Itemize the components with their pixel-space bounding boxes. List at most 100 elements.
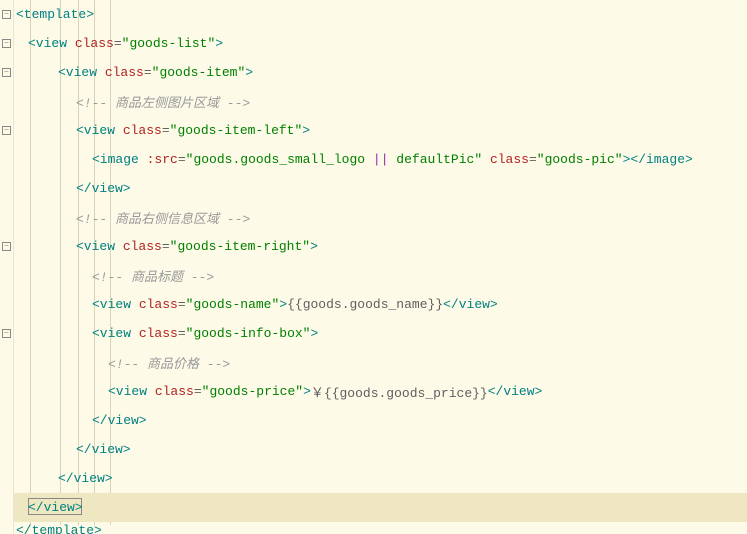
token-tag: </view> <box>76 181 131 196</box>
token-attr: :src <box>147 152 178 167</box>
gutter: − − − − − − <box>0 0 14 525</box>
token-tag: </view> <box>76 442 131 457</box>
token-tag: > <box>279 297 287 312</box>
gutter-cell <box>0 203 14 232</box>
fold-minus-icon[interactable]: − <box>2 10 11 19</box>
token-str: "goods-info-box" <box>186 326 311 341</box>
code-line[interactable]: <view class="goods-name">{{goods.goods_n… <box>14 290 747 319</box>
token-tag: </view> <box>443 297 498 312</box>
gutter-cell: − <box>0 0 14 29</box>
fold-minus-icon[interactable]: − <box>2 126 11 135</box>
code-line[interactable]: <view class="goods-item-left"> <box>14 116 747 145</box>
token-text <box>147 384 155 399</box>
token-interp: ￥{{goods.goods_price}} <box>311 382 488 401</box>
token-text <box>131 297 139 312</box>
gutter-cell <box>0 290 14 319</box>
token-interp: {{goods.goods_name}} <box>287 297 443 312</box>
token-tag: <template> <box>16 7 94 22</box>
code-line[interactable]: <!-- 商品标题 --> <box>14 261 747 290</box>
token-tag: </view> <box>58 471 113 486</box>
token-text: = <box>529 152 537 167</box>
code-line[interactable]: <view class="goods-item"> <box>14 58 747 87</box>
fold-minus-icon[interactable]: − <box>2 68 11 77</box>
token-tag: <view <box>76 123 115 138</box>
token-tag: <view <box>58 65 97 80</box>
token-tag: > <box>310 326 318 341</box>
token-text <box>97 65 105 80</box>
code-line[interactable]: <!-- 商品左侧图片区域 --> <box>14 87 747 116</box>
code-line[interactable]: </view> <box>14 406 747 435</box>
code-line[interactable]: </view> <box>14 435 747 464</box>
gutter-cell <box>0 377 14 406</box>
token-str: "goods-name" <box>186 297 280 312</box>
token-tag: <view <box>28 36 67 51</box>
token-text: = <box>114 36 122 51</box>
token-tag: > <box>215 36 223 51</box>
token-text <box>67 36 75 51</box>
gutter-cell <box>0 87 14 116</box>
code-line[interactable]: <view class="goods-info-box"> <box>14 319 747 348</box>
code-line[interactable]: <view class="goods-price">￥{{goods.goods… <box>14 377 747 406</box>
token-tag: </view> <box>92 413 147 428</box>
gutter-cell <box>0 435 14 464</box>
gutter-cell <box>0 406 14 435</box>
gutter-cell <box>0 261 14 290</box>
code-line[interactable]: <view class="goods-item-right"> <box>14 232 747 261</box>
token-text: = <box>178 326 186 341</box>
gutter-cell: − <box>0 29 14 58</box>
code-line[interactable]: <image :src = "goods.goods_small_logo || d… <box>14 145 747 174</box>
fold-minus-icon[interactable]: − <box>2 242 11 251</box>
token-tag: </view> <box>488 384 543 399</box>
token-text <box>115 123 123 138</box>
code-line[interactable]: </view> <box>14 464 747 493</box>
token-tag: > <box>245 65 253 80</box>
token-attr: class <box>139 297 178 312</box>
token-str: "goods-item-left" <box>170 123 303 138</box>
token-text <box>139 152 147 167</box>
token-attr: class <box>123 123 162 138</box>
fold-minus-icon[interactable]: − <box>2 329 11 338</box>
gutter-cell: − <box>0 232 14 261</box>
token-op: || <box>373 152 389 167</box>
token-text: = <box>194 384 202 399</box>
gutter-cell <box>0 493 14 522</box>
code-line[interactable]: </view> <box>14 174 747 203</box>
gutter-cell: − <box>0 116 14 145</box>
token-str: "goods-pic" <box>537 152 623 167</box>
code-editor[interactable]: − − − − − − <template> <view class="goods-list… <box>0 0 747 525</box>
token-comment: <!-- 商品价格 --> <box>108 353 230 372</box>
token-tag: <view <box>108 384 147 399</box>
code-line[interactable]: <template> <box>14 0 747 29</box>
fold-minus-icon[interactable]: − <box>2 39 11 48</box>
token-attr: class <box>139 326 178 341</box>
token-str: "goods-item-right" <box>170 239 310 254</box>
token-tag: > <box>303 384 311 399</box>
gutter-cell: − <box>0 319 14 348</box>
code-line[interactable]: </view> <box>14 493 747 522</box>
token-tag: ></image> <box>623 152 693 167</box>
code-line[interactable]: <view class="goods-list"> <box>14 29 747 58</box>
code-area[interactable]: <template><view class="goods-list"><view… <box>14 0 747 525</box>
gutter-cell <box>0 348 14 377</box>
token-str: defaultPic" <box>389 152 483 167</box>
token-attr: class <box>75 36 114 51</box>
token-comment: <!-- 商品左侧图片区域 --> <box>76 92 250 111</box>
token-comment: <!-- 商品右侧信息区域 --> <box>76 208 250 227</box>
token-text: = <box>144 65 152 80</box>
token-attr: class <box>490 152 529 167</box>
token-text: = <box>178 297 186 312</box>
gutter-cell <box>0 145 14 174</box>
token-attr: class <box>105 65 144 80</box>
gutter-cell: − <box>0 58 14 87</box>
token-str: "goods.goods_small_logo <box>186 152 373 167</box>
code-line[interactable]: </template> <box>14 522 747 534</box>
token-text <box>131 326 139 341</box>
token-text <box>482 152 490 167</box>
token-attr: class <box>155 384 194 399</box>
token-attr: class <box>123 239 162 254</box>
code-line[interactable]: <!-- 商品价格 --> <box>14 348 747 377</box>
code-line[interactable]: <!-- 商品右侧信息区域 --> <box>14 203 747 232</box>
token-tag: <image <box>92 152 139 167</box>
token-tag: <view <box>92 297 131 312</box>
token-comment: <!-- 商品标题 --> <box>92 266 214 285</box>
